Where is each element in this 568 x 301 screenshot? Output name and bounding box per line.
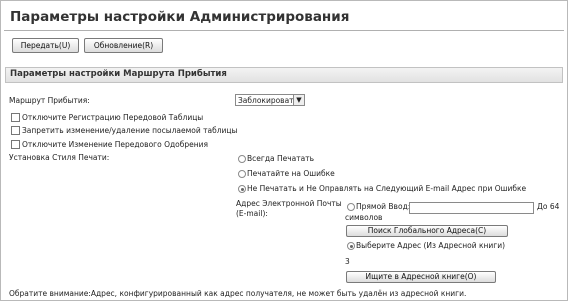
radio-label: Не Печатать и Не Оправлять на Следующий … [247,184,527,193]
page-title: Параметры настройки Администрирования [10,9,350,25]
radio-no-print-no-forward[interactable] [238,185,246,193]
section-title: Параметры настройки Маршрута Прибытия [10,69,227,79]
direct-input-label: Прямой Ввод: [356,202,411,211]
radio-select-address[interactable] [347,242,355,250]
checkbox-disable-approval-change[interactable] [11,140,20,149]
address-number: 3 [345,257,350,266]
submit-button[interactable]: Передать(U) [12,38,79,53]
radio-direct-input[interactable] [347,203,355,211]
radio-label: Всегда Печатать [247,154,315,163]
checkbox-disable-forward-registration[interactable] [11,113,20,122]
checkbox-label: Запретить изменение/удаление посылаемой … [22,126,238,135]
route-select-value: Заблокировать [238,96,298,105]
checkbox-label: Отключите Изменение Передового Одобрения [22,140,209,149]
print-style-label: Установка Стиля Печати: [9,153,110,162]
email-label-suffix: (E-mail): [236,209,268,218]
email-label: Адрес Электронной Почты [236,199,342,208]
radio-label: Печатайте на Ошибке [247,169,335,178]
char-limit: До 64 [537,202,560,211]
refresh-button[interactable]: Обновление(R) [84,38,163,53]
char-limit-unit: символов [345,213,383,222]
divider [4,30,564,31]
radio-always-print[interactable] [238,155,246,163]
email-direct-input[interactable] [409,202,534,214]
global-address-search-button[interactable]: Поиск Глобального Адреса(C) [346,225,508,237]
radio-print-on-error[interactable] [238,170,246,178]
route-label: Маршрут Прибытия: [9,96,90,105]
chevron-down-icon: ▼ [293,95,304,105]
footnote: Обратите внимание:Адрес, конфигурированн… [9,289,467,298]
checkbox-prohibit-table-edit[interactable] [11,126,20,135]
checkbox-label: Отключите Регистрацию Передовой Таблицы [22,113,204,122]
route-select[interactable]: Заблокировать ▼ [235,94,305,106]
addressbook-search-button[interactable]: Ищите в Адресной книге(O) [346,271,496,283]
section-header: Параметры настройки Маршрута Прибытия [5,67,563,83]
select-address-label: Выберите Адрес (Из Адресной книги) [356,241,506,250]
